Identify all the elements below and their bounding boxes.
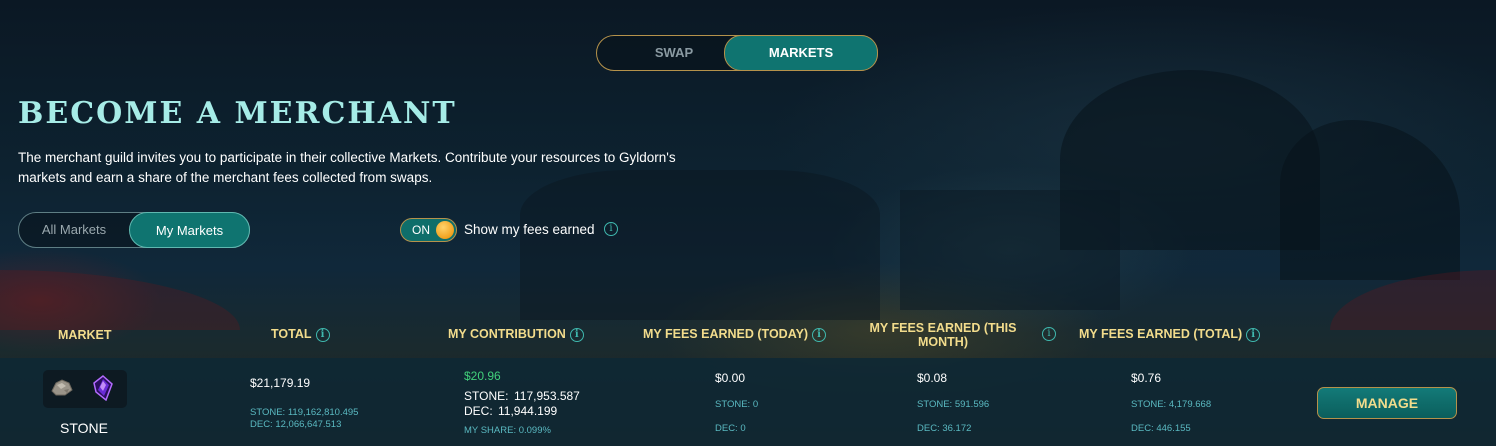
total-stone: STONE: 119,162,810.495 [250, 407, 359, 418]
fees-today-stone: STONE: 0 [715, 399, 759, 410]
all-markets-tab[interactable]: All Markets [19, 213, 129, 247]
column-header-fees-total: MY FEES EARNED (TOTAL) i [1079, 327, 1261, 342]
stone-icon [51, 379, 73, 396]
my-markets-tab[interactable]: My Markets [129, 212, 250, 248]
my-share: MY SHARE: 0.099% [464, 425, 551, 436]
info-icon[interactable]: i [569, 327, 584, 342]
fees-today-usd: $0.00 [715, 371, 746, 385]
fees-total-usd: $0.76 [1131, 371, 1162, 385]
fees-month-usd: $0.08 [917, 371, 948, 385]
total-dec: DEC: 12,066,647.513 [250, 419, 342, 430]
fees-total-stone: STONE: 4,179.668 [1131, 399, 1212, 410]
column-header-total: TOTAL i [271, 327, 330, 342]
markets-tab[interactable]: MARKETS [724, 35, 878, 71]
contribution-usd: $20.96 [464, 369, 501, 383]
page-description: The merchant guild invites you to partic… [18, 150, 676, 185]
background-market-stalls [520, 170, 880, 320]
column-header-market: MARKET [58, 328, 112, 342]
show-fees-label: Show my fees earned [464, 222, 595, 237]
switch-state-label: ON [412, 223, 430, 237]
info-icon[interactable]: i [812, 327, 827, 342]
column-header-fees-today: MY FEES EARNED (TODAY) i [643, 327, 827, 342]
info-icon[interactable]: i [604, 222, 618, 236]
dec-gem-icon [93, 375, 113, 401]
info-icon[interactable]: i [315, 327, 330, 342]
fees-today-dec: DEC: 0 [715, 423, 746, 434]
market-name: STONE [60, 420, 108, 436]
column-header-contribution: MY CONTRIBUTION i [448, 327, 584, 342]
contribution-dec-label: DEC: [464, 404, 493, 418]
market-filter-toggle: All Markets My Markets [18, 212, 250, 248]
contribution-stone-label: STONE: [464, 389, 509, 403]
fees-total-dec: DEC: 446.155 [1131, 423, 1191, 434]
fees-month-stone: STONE: 591.596 [917, 399, 990, 410]
info-icon[interactable]: i [1246, 327, 1261, 342]
switch-knob [436, 221, 454, 239]
swap-markets-toggle: SWAP MARKETS [596, 35, 878, 71]
page-title: BECOME A MERCHANT [18, 96, 457, 131]
contribution-dec-value: 11,944.199 [498, 404, 558, 418]
column-header-fees-month: MY FEES EARNED (THIS MONTH) [869, 321, 1017, 349]
contribution-stone-value: 117,953.587 [514, 389, 580, 403]
background-rooftops [900, 190, 1120, 310]
fees-month-dec: DEC: 36.172 [917, 423, 972, 434]
total-usd: $21,179.19 [250, 376, 311, 390]
info-icon[interactable]: i [1042, 327, 1056, 341]
manage-button[interactable]: MANAGE [1317, 387, 1457, 419]
show-fees-switch[interactable]: ON [400, 218, 457, 242]
